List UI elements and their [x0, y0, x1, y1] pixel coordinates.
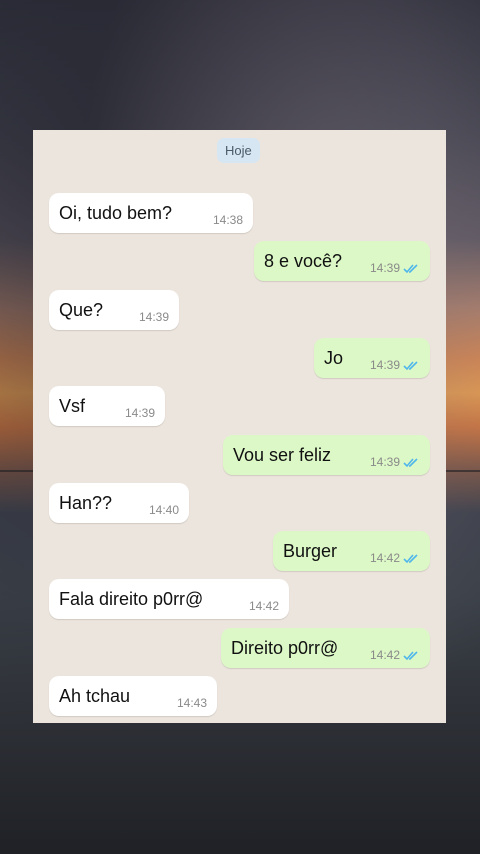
double-check-icon	[403, 650, 418, 660]
message-time: 14:40	[148, 503, 179, 517]
double-check-icon	[403, 360, 418, 370]
message-text: Burger	[283, 541, 338, 561]
message-bubble-outgoing[interactable]: Jo 14:39	[314, 338, 430, 378]
message-bubble-incoming[interactable]: Vsf 14:39	[49, 386, 165, 426]
message-time: 14:43	[176, 696, 207, 710]
double-check-icon	[403, 457, 418, 467]
message-bubble-outgoing[interactable]: Direito p0rr@ 14:42	[221, 628, 430, 668]
message-bubble-incoming[interactable]: Han?? 14:40	[49, 483, 189, 523]
message-text: 8 e você?	[264, 251, 343, 271]
message-time: 14:39	[138, 310, 169, 324]
message-text: Vsf	[59, 396, 86, 416]
message-text: Han??	[59, 493, 113, 513]
message-time: 14:39	[369, 358, 400, 372]
message-bubble-incoming[interactable]: Fala direito p0rr@ 14:42	[49, 579, 289, 619]
message-bubble-incoming[interactable]: Que? 14:39	[49, 290, 179, 330]
message-time: 14:39	[369, 261, 400, 275]
chat-screenshot-panel: Hoje Oi, tudo bem? 14:38 8 e você? 14:39…	[33, 130, 446, 723]
message-text: Vou ser feliz	[233, 445, 332, 465]
message-text: Direito p0rr@	[231, 638, 339, 658]
message-time: 14:38	[212, 213, 243, 227]
double-check-icon	[403, 263, 418, 273]
message-time: 14:39	[124, 406, 155, 420]
message-time: 14:42	[369, 648, 400, 662]
message-time: 14:42	[248, 599, 279, 613]
message-text: Jo	[324, 348, 344, 368]
message-text: Ah tchau	[59, 686, 131, 706]
message-time: 14:39	[369, 455, 400, 469]
message-text: Que?	[59, 300, 104, 320]
message-bubble-outgoing[interactable]: Burger 14:42	[273, 531, 430, 571]
message-text: Fala direito p0rr@	[59, 589, 204, 609]
message-bubble-outgoing[interactable]: 8 e você? 14:39	[254, 241, 430, 281]
date-chip: Hoje	[217, 138, 260, 163]
message-time: 14:42	[369, 551, 400, 565]
message-text: Oi, tudo bem?	[59, 203, 173, 223]
double-check-icon	[403, 553, 418, 563]
message-bubble-incoming[interactable]: Oi, tudo bem? 14:38	[49, 193, 253, 233]
message-bubble-outgoing[interactable]: Vou ser feliz 14:39	[223, 435, 430, 475]
message-bubble-incoming[interactable]: Ah tchau 14:43	[49, 676, 217, 716]
